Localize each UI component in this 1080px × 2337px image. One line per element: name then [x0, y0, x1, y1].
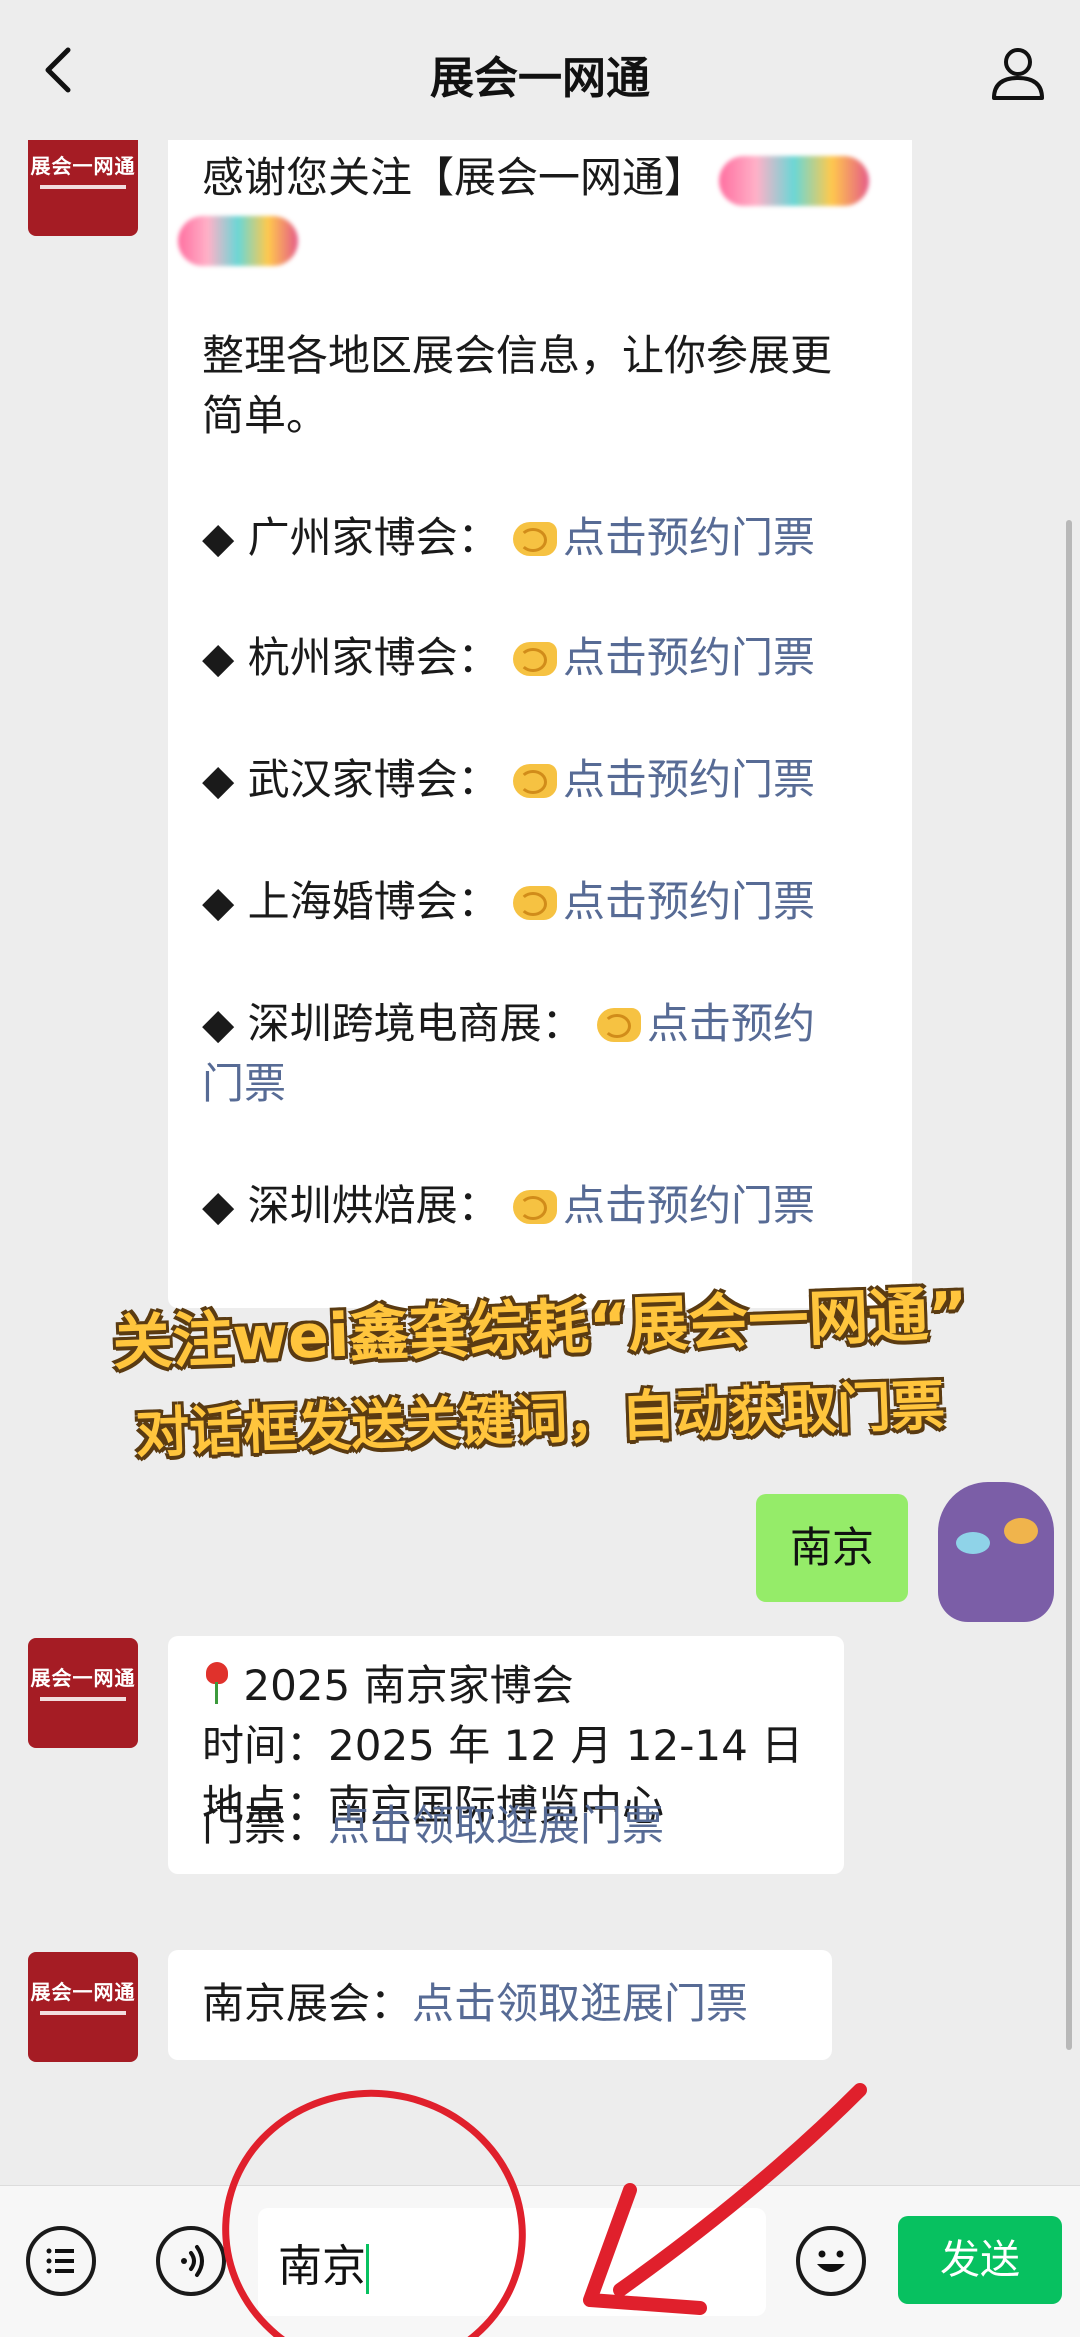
user-message-text: 南京: [790, 1523, 875, 1572]
reserve-ticket-link[interactable]: 点击预约门票: [563, 1181, 815, 1230]
list-item: ◆ 深圳烘焙展： 点击预约门票: [202, 1181, 816, 1230]
user-message-bubble: 南京: [756, 1494, 909, 1602]
reserve-ticket-link[interactable]: 点击预约门票: [563, 513, 815, 562]
rose-icon: [202, 1660, 230, 1706]
reserve-ticket-link[interactable]: 点击预约门票: [563, 877, 815, 926]
official-account-avatar[interactable]: 展会一网通: [28, 1638, 138, 1748]
blurred-text: [178, 215, 298, 266]
list-item: ◆ 武汉家博会： 点击预约门票: [202, 755, 816, 804]
list-item: ◆ 杭州家博会： 点击预约门票: [202, 633, 816, 682]
message-input[interactable]: 南京: [258, 2208, 766, 2316]
list-item: ◆ 广州家博会： 点击预约门票: [202, 513, 816, 562]
pointing-hand-icon: [513, 522, 558, 556]
pointing-hand-icon: [513, 642, 558, 676]
scrollbar[interactable]: [1066, 520, 1072, 2050]
send-button[interactable]: 发送: [898, 2216, 1062, 2304]
claim-ticket-link[interactable]: 点击领取逛展门票: [412, 1979, 748, 2028]
list-item: ◆ 上海婚博会： 点击预约门票: [202, 877, 816, 926]
event-time: 2025 年 12 月 12-14 日: [328, 1721, 804, 1770]
welcome-subtitle-line: 简单。: [202, 391, 329, 440]
pointing-hand-icon: [513, 886, 558, 920]
menu-list-icon[interactable]: [26, 2226, 96, 2296]
welcome-subtitle-line: 整理各地区展会信息，让你参展更: [202, 331, 833, 380]
reply-message-bubble: 南京展会：点击领取逛展门票: [168, 1950, 832, 2060]
reserve-ticket-link[interactable]: 点击预约: [647, 999, 815, 1048]
blurred-text: [719, 155, 870, 206]
page-title: 展会一网通: [430, 53, 650, 104]
reserve-ticket-link[interactable]: 点击预约门票: [563, 755, 815, 804]
emoji-icon[interactable]: [796, 2226, 866, 2296]
reserve-ticket-link[interactable]: 点击预约门票: [563, 633, 815, 682]
welcome-intro: 感谢您关注【展会一网通】: [202, 153, 707, 202]
voice-icon[interactable]: [156, 2226, 226, 2296]
pointing-hand-icon: [513, 764, 558, 798]
chat-screen: 展会一网通 展会一网通 感谢您关注【展会一网通】 整理各地区展会信息，让你参展更…: [0, 0, 1080, 2337]
input-bar: 南京 发送: [0, 2185, 1080, 2337]
claim-ticket-link[interactable]: 点击领取逛展门票: [328, 1801, 664, 1850]
pointing-hand-icon: [597, 1008, 642, 1042]
official-account-avatar[interactable]: 展会一网通: [28, 1952, 138, 2062]
pointing-hand-icon: [513, 1190, 558, 1224]
reply-message-bubble: 2025 南京家博会 时间：2025 年 12 月 12-14 日 地点：南京国…: [168, 1636, 844, 1874]
text-caret: [366, 2244, 369, 2294]
list-item: ◆ 深圳跨境电商展： 点击预约: [202, 999, 816, 1048]
profile-icon[interactable]: [986, 40, 1050, 104]
welcome-message-bubble: 感谢您关注【展会一网通】 整理各地区展会信息，让你参展更 简单。 ◆ 广州家博会…: [168, 128, 912, 1308]
chat-header: 展会一网通: [0, 0, 1080, 140]
user-avatar[interactable]: [938, 1482, 1054, 1622]
event-title: 2025 南京家博会: [243, 1661, 574, 1710]
reserve-ticket-link[interactable]: 门票: [202, 1059, 286, 1108]
official-account-avatar[interactable]: 展会一网通: [28, 126, 138, 236]
